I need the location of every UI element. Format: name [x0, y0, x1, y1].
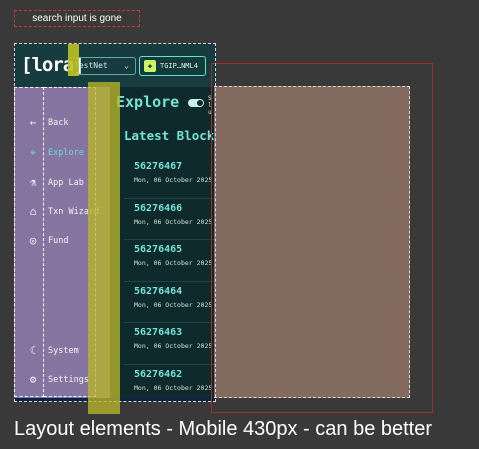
list-item[interactable]: 56276465 Mon, 06 October 2025: [124, 240, 216, 282]
block-number-link[interactable]: 56276467: [134, 161, 182, 172]
overflow-outline: [211, 63, 433, 413]
sidebar-item-fund[interactable]: ◎ Fund: [14, 230, 110, 252]
wizard-hat-icon: ⌂: [29, 205, 37, 218]
block-date: Mon, 06 October 2025: [134, 176, 213, 184]
block-number-link[interactable]: 56276465: [134, 244, 182, 255]
sidebar-item-label: Back: [48, 118, 69, 128]
list-item[interactable]: 56276462 Mon, 06 October 2025: [124, 365, 216, 403]
sidebar-item-label: Txn Wizard: [48, 207, 100, 217]
overflow-region: [214, 86, 410, 398]
app-window: [lora] TestNet ⌄ ◆ TGIP…NML4 ← Back ⌖ Ex…: [14, 43, 216, 402]
block-date: Mon, 06 October 2025: [134, 383, 213, 392]
gear-icon: ⚙: [29, 373, 37, 386]
clipped-text: S l u: [208, 95, 212, 116]
caption: Layout elements - Mobile 430px - can be …: [14, 418, 433, 440]
sidebar-item-back[interactable]: ← Back: [14, 112, 110, 134]
annotation-note: search input is gone: [14, 10, 140, 27]
network-label: TestNet: [74, 61, 108, 70]
sidebar-item-label: App Lab: [48, 178, 84, 188]
wallet-address: TGIP…NML4: [160, 62, 198, 70]
sidebar-item-label: Explore: [48, 148, 84, 158]
list-item[interactable]: 56276467 Mon, 06 October 2025: [124, 157, 216, 199]
wallet-button[interactable]: ◆ TGIP…NML4: [139, 56, 206, 76]
flask-icon: ⚗: [29, 176, 37, 189]
sidebar-item-label: Settings: [48, 375, 89, 385]
sidebar: ← Back ⌖ Explore ⚗ App Lab ⌂ Txn Wizard …: [14, 87, 110, 402]
list-item[interactable]: 56276464 Mon, 06 October 2025: [124, 282, 216, 323]
moon-icon: ☾: [29, 344, 37, 357]
list-item[interactable]: 56276466 Mon, 06 October 2025: [124, 199, 216, 240]
telescope-icon: ⌖: [29, 146, 37, 159]
block-date: Mon, 06 October 2025: [134, 217, 213, 226]
block-number-link[interactable]: 56276463: [134, 327, 182, 338]
arrow-left-icon: ←: [29, 116, 37, 129]
chevron-down-icon: ⌄: [124, 61, 129, 70]
block-date: Mon, 06 October 2025: [134, 300, 213, 309]
overflow-region-outline: [214, 86, 410, 398]
sidebar-item-explore[interactable]: ⌖ Explore: [14, 142, 110, 164]
block-number-link[interactable]: 56276462: [134, 369, 182, 380]
top-bar: [lora] TestNet ⌄ ◆ TGIP…NML4: [14, 43, 216, 87]
sidebar-item-system[interactable]: ☾ System: [14, 340, 110, 362]
sidebar-item-txn-wizard[interactable]: ⌂ Txn Wizard: [14, 201, 110, 223]
main-content: Explore S l u Latest Blocks 56276467 Mon…: [110, 87, 216, 402]
coins-icon: ◎: [29, 234, 37, 247]
block-list: 56276467 Mon, 06 October 2025 56276466 M…: [124, 157, 216, 402]
list-item[interactable]: 56276463 Mon, 06 October 2025: [124, 323, 216, 365]
sidebar-item-app-lab[interactable]: ⚗ App Lab: [14, 172, 110, 194]
network-select[interactable]: TestNet ⌄: [68, 57, 136, 75]
block-number-link[interactable]: 56276464: [134, 286, 182, 297]
block-date: Mon, 06 October 2025: [134, 259, 213, 267]
sidebar-item-label: System: [48, 346, 79, 356]
wallet-avatar-icon: ◆: [144, 60, 156, 72]
block-date: Mon, 06 October 2025: [134, 342, 213, 350]
theme-toggle[interactable]: [188, 99, 204, 107]
logo-text: lora: [31, 54, 74, 76]
sidebar-item-settings[interactable]: ⚙ Settings: [14, 369, 110, 391]
sidebar-item-label: Fund: [48, 236, 69, 246]
latest-blocks-title: Latest Blocks: [124, 128, 216, 143]
block-number-link[interactable]: 56276466: [134, 203, 182, 214]
page-title: Explore: [116, 93, 180, 111]
